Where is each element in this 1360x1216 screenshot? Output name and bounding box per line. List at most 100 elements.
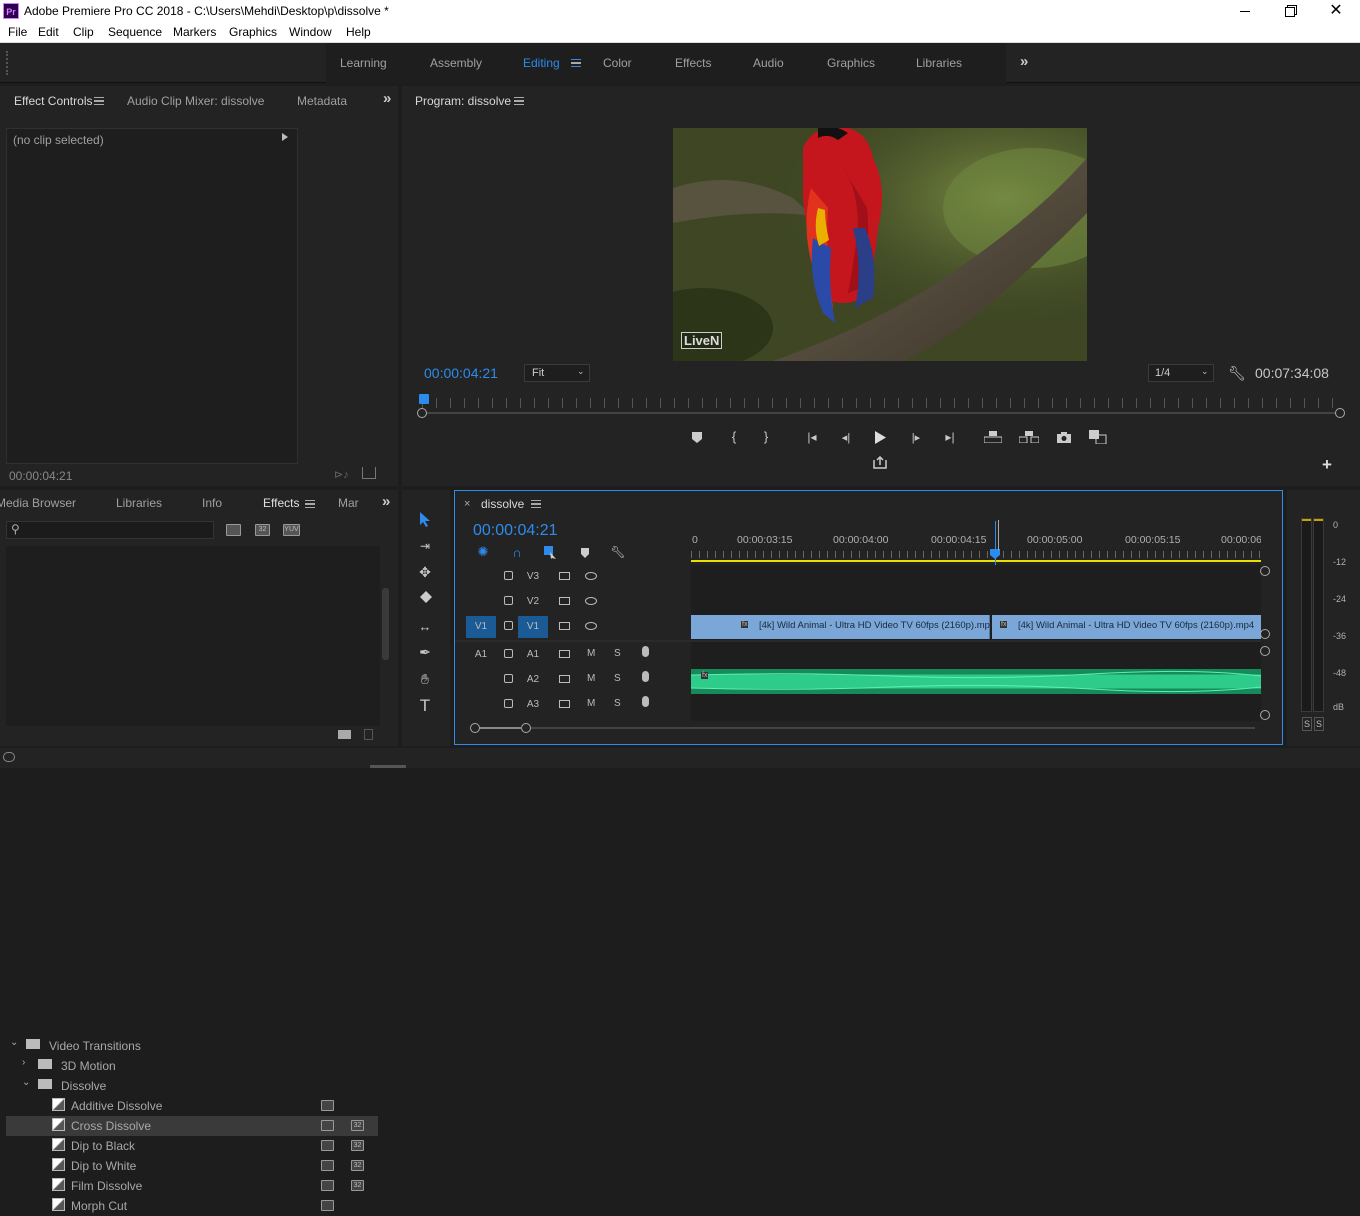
- settings-wrench-icon[interactable]: 🔧︎: [1228, 365, 1246, 382]
- track-zoom-handle[interactable]: [1260, 629, 1270, 639]
- tab-info[interactable]: Info: [202, 496, 222, 510]
- mark-in-icon[interactable]: {: [727, 429, 741, 444]
- export-icon[interactable]: [362, 467, 376, 479]
- play-icon[interactable]: [872, 429, 888, 445]
- solo-button[interactable]: S: [614, 648, 621, 659]
- effects-folder-row[interactable]: › 3D Motion: [6, 1056, 378, 1076]
- tab-effect-controls[interactable]: Effect Controls: [14, 94, 92, 108]
- track-target-a2[interactable]: A2: [518, 669, 548, 691]
- workspace-assembly[interactable]: Assembly: [430, 56, 482, 70]
- extract-icon[interactable]: [1019, 430, 1039, 444]
- tab-metadata[interactable]: Metadata: [297, 94, 347, 108]
- track-zoom-handle[interactable]: [1260, 646, 1270, 656]
- workspace-learning[interactable]: Learning: [340, 56, 387, 70]
- lock-icon[interactable]: [504, 649, 513, 658]
- minimize-button[interactable]: [1230, 0, 1260, 23]
- effect-controls-menu-icon[interactable]: [94, 97, 104, 105]
- track-target-a3[interactable]: A3: [518, 694, 548, 716]
- track-target-v1[interactable]: V1: [518, 616, 548, 638]
- tab-markers[interactable]: Mar: [338, 496, 359, 510]
- grip-handle[interactable]: [6, 51, 8, 75]
- timeline-timecode[interactable]: 00:00:04:21: [473, 522, 558, 540]
- effect-row[interactable]: Film Dissolve 32: [6, 1176, 378, 1196]
- effects-search-input[interactable]: ⚲: [6, 521, 214, 539]
- effects-folder-row[interactable]: ⌄ Dissolve: [6, 1076, 378, 1096]
- menu-help[interactable]: Help: [346, 25, 371, 39]
- eye-icon[interactable]: [585, 572, 597, 580]
- panel-overflow-icon[interactable]: »: [383, 90, 391, 107]
- workspace-menu-icon[interactable]: [571, 59, 581, 67]
- audio-clip[interactable]: fx: [691, 669, 1261, 694]
- workspace-audio[interactable]: Audio: [753, 56, 784, 70]
- source-patch-v1[interactable]: V1: [466, 616, 496, 638]
- track-target-a1[interactable]: A1: [518, 644, 548, 666]
- tab-libraries[interactable]: Libraries: [116, 496, 162, 510]
- scroll-handle-left[interactable]: [417, 408, 427, 418]
- effect-row[interactable]: Cross Dissolve 32: [6, 1116, 378, 1136]
- linked-selection-icon[interactable]: [542, 545, 558, 559]
- workspace-overflow-icon[interactable]: »: [1020, 53, 1028, 70]
- mute-button[interactable]: M: [587, 698, 595, 709]
- effects-menu-icon[interactable]: [305, 500, 315, 508]
- workspace-graphics[interactable]: Graphics: [827, 56, 875, 70]
- microphone-icon[interactable]: [642, 671, 649, 682]
- menu-sequence[interactable]: Sequence: [108, 25, 162, 39]
- sequence-menu-icon[interactable]: [531, 500, 541, 508]
- step-forward-icon[interactable]: |▸: [908, 430, 924, 444]
- eye-icon[interactable]: [585, 597, 597, 605]
- expand-triangle-icon[interactable]: [282, 133, 288, 141]
- timeline-horizontal-scrollbar[interactable]: [475, 727, 1255, 729]
- workspace-effects[interactable]: Effects: [675, 56, 711, 70]
- program-timecode[interactable]: 00:00:04:21: [424, 365, 498, 381]
- scroll-handle-right[interactable]: [1335, 408, 1345, 418]
- effects-folder-row[interactable]: ⌄ Video Transitions: [6, 1036, 378, 1056]
- step-back-icon[interactable]: ◂|: [838, 430, 854, 444]
- sync-lock-icon[interactable]: [559, 700, 570, 708]
- add-marker-icon[interactable]: [578, 546, 592, 559]
- export-frame-icon[interactable]: [872, 455, 888, 469]
- program-menu-icon[interactable]: [514, 97, 524, 105]
- add-button-icon[interactable]: +: [1320, 455, 1334, 474]
- effect-row[interactable]: Morph Cut: [6, 1196, 378, 1216]
- camera-icon[interactable]: [1056, 430, 1072, 444]
- resolution-select[interactable]: 1/4 ⌄: [1148, 364, 1214, 382]
- tab-audio-clip-mixer[interactable]: Audio Clip Mixer: dissolve: [127, 94, 264, 108]
- h-scroll-thumb[interactable]: [480, 727, 522, 729]
- chevron-down-icon[interactable]: ⌄: [10, 1037, 18, 1048]
- effect-row[interactable]: Dip to Black 32: [6, 1136, 378, 1156]
- compare-icon[interactable]: [1088, 429, 1108, 445]
- tab-effects[interactable]: Effects: [263, 496, 299, 510]
- lock-icon[interactable]: [504, 621, 513, 630]
- close-button[interactable]: ✕: [1321, 1, 1351, 23]
- lock-icon[interactable]: [504, 699, 513, 708]
- solo-button[interactable]: S: [614, 673, 621, 684]
- track-target-v2[interactable]: V2: [518, 591, 548, 613]
- lift-icon[interactable]: [984, 430, 1002, 444]
- video-clip[interactable]: fx [4k] Wild Animal - Ultra HD Video TV …: [691, 615, 995, 639]
- go-to-in-icon[interactable]: |◂: [804, 430, 820, 444]
- workspace-libraries[interactable]: Libraries: [916, 56, 962, 70]
- accelerated-effects-filter-icon[interactable]: [226, 524, 241, 536]
- h-scroll-handle-right[interactable]: [521, 723, 531, 733]
- menu-file[interactable]: File: [8, 25, 27, 39]
- panel-overflow-icon[interactable]: »: [382, 493, 390, 510]
- slip-tool-icon[interactable]: ↔: [414, 616, 436, 636]
- lock-icon[interactable]: [504, 596, 513, 605]
- timeline-settings-wrench-icon[interactable]: 🔧︎: [610, 545, 626, 559]
- track-select-tool-icon[interactable]: ⇥: [414, 536, 436, 556]
- program-scrollbar[interactable]: [422, 412, 1340, 414]
- selection-tool-icon[interactable]: [414, 508, 436, 530]
- tree-scrollbar[interactable]: [382, 588, 389, 660]
- solo-button[interactable]: S: [614, 698, 621, 709]
- sequence-tab[interactable]: dissolve: [481, 497, 524, 511]
- menu-markers[interactable]: Markers: [173, 25, 216, 39]
- track-zoom-handle-top[interactable]: [1260, 566, 1270, 576]
- menu-edit[interactable]: Edit: [38, 25, 59, 39]
- playhead-marker[interactable]: [419, 394, 429, 404]
- lock-icon[interactable]: [504, 674, 513, 683]
- microphone-icon[interactable]: [642, 696, 649, 707]
- maximize-button[interactable]: [1275, 0, 1305, 23]
- filter-icon[interactable]: ⊳♪: [334, 468, 349, 481]
- go-to-out-icon[interactable]: ▸|: [942, 430, 958, 444]
- chevron-down-icon[interactable]: ⌄: [22, 1077, 30, 1088]
